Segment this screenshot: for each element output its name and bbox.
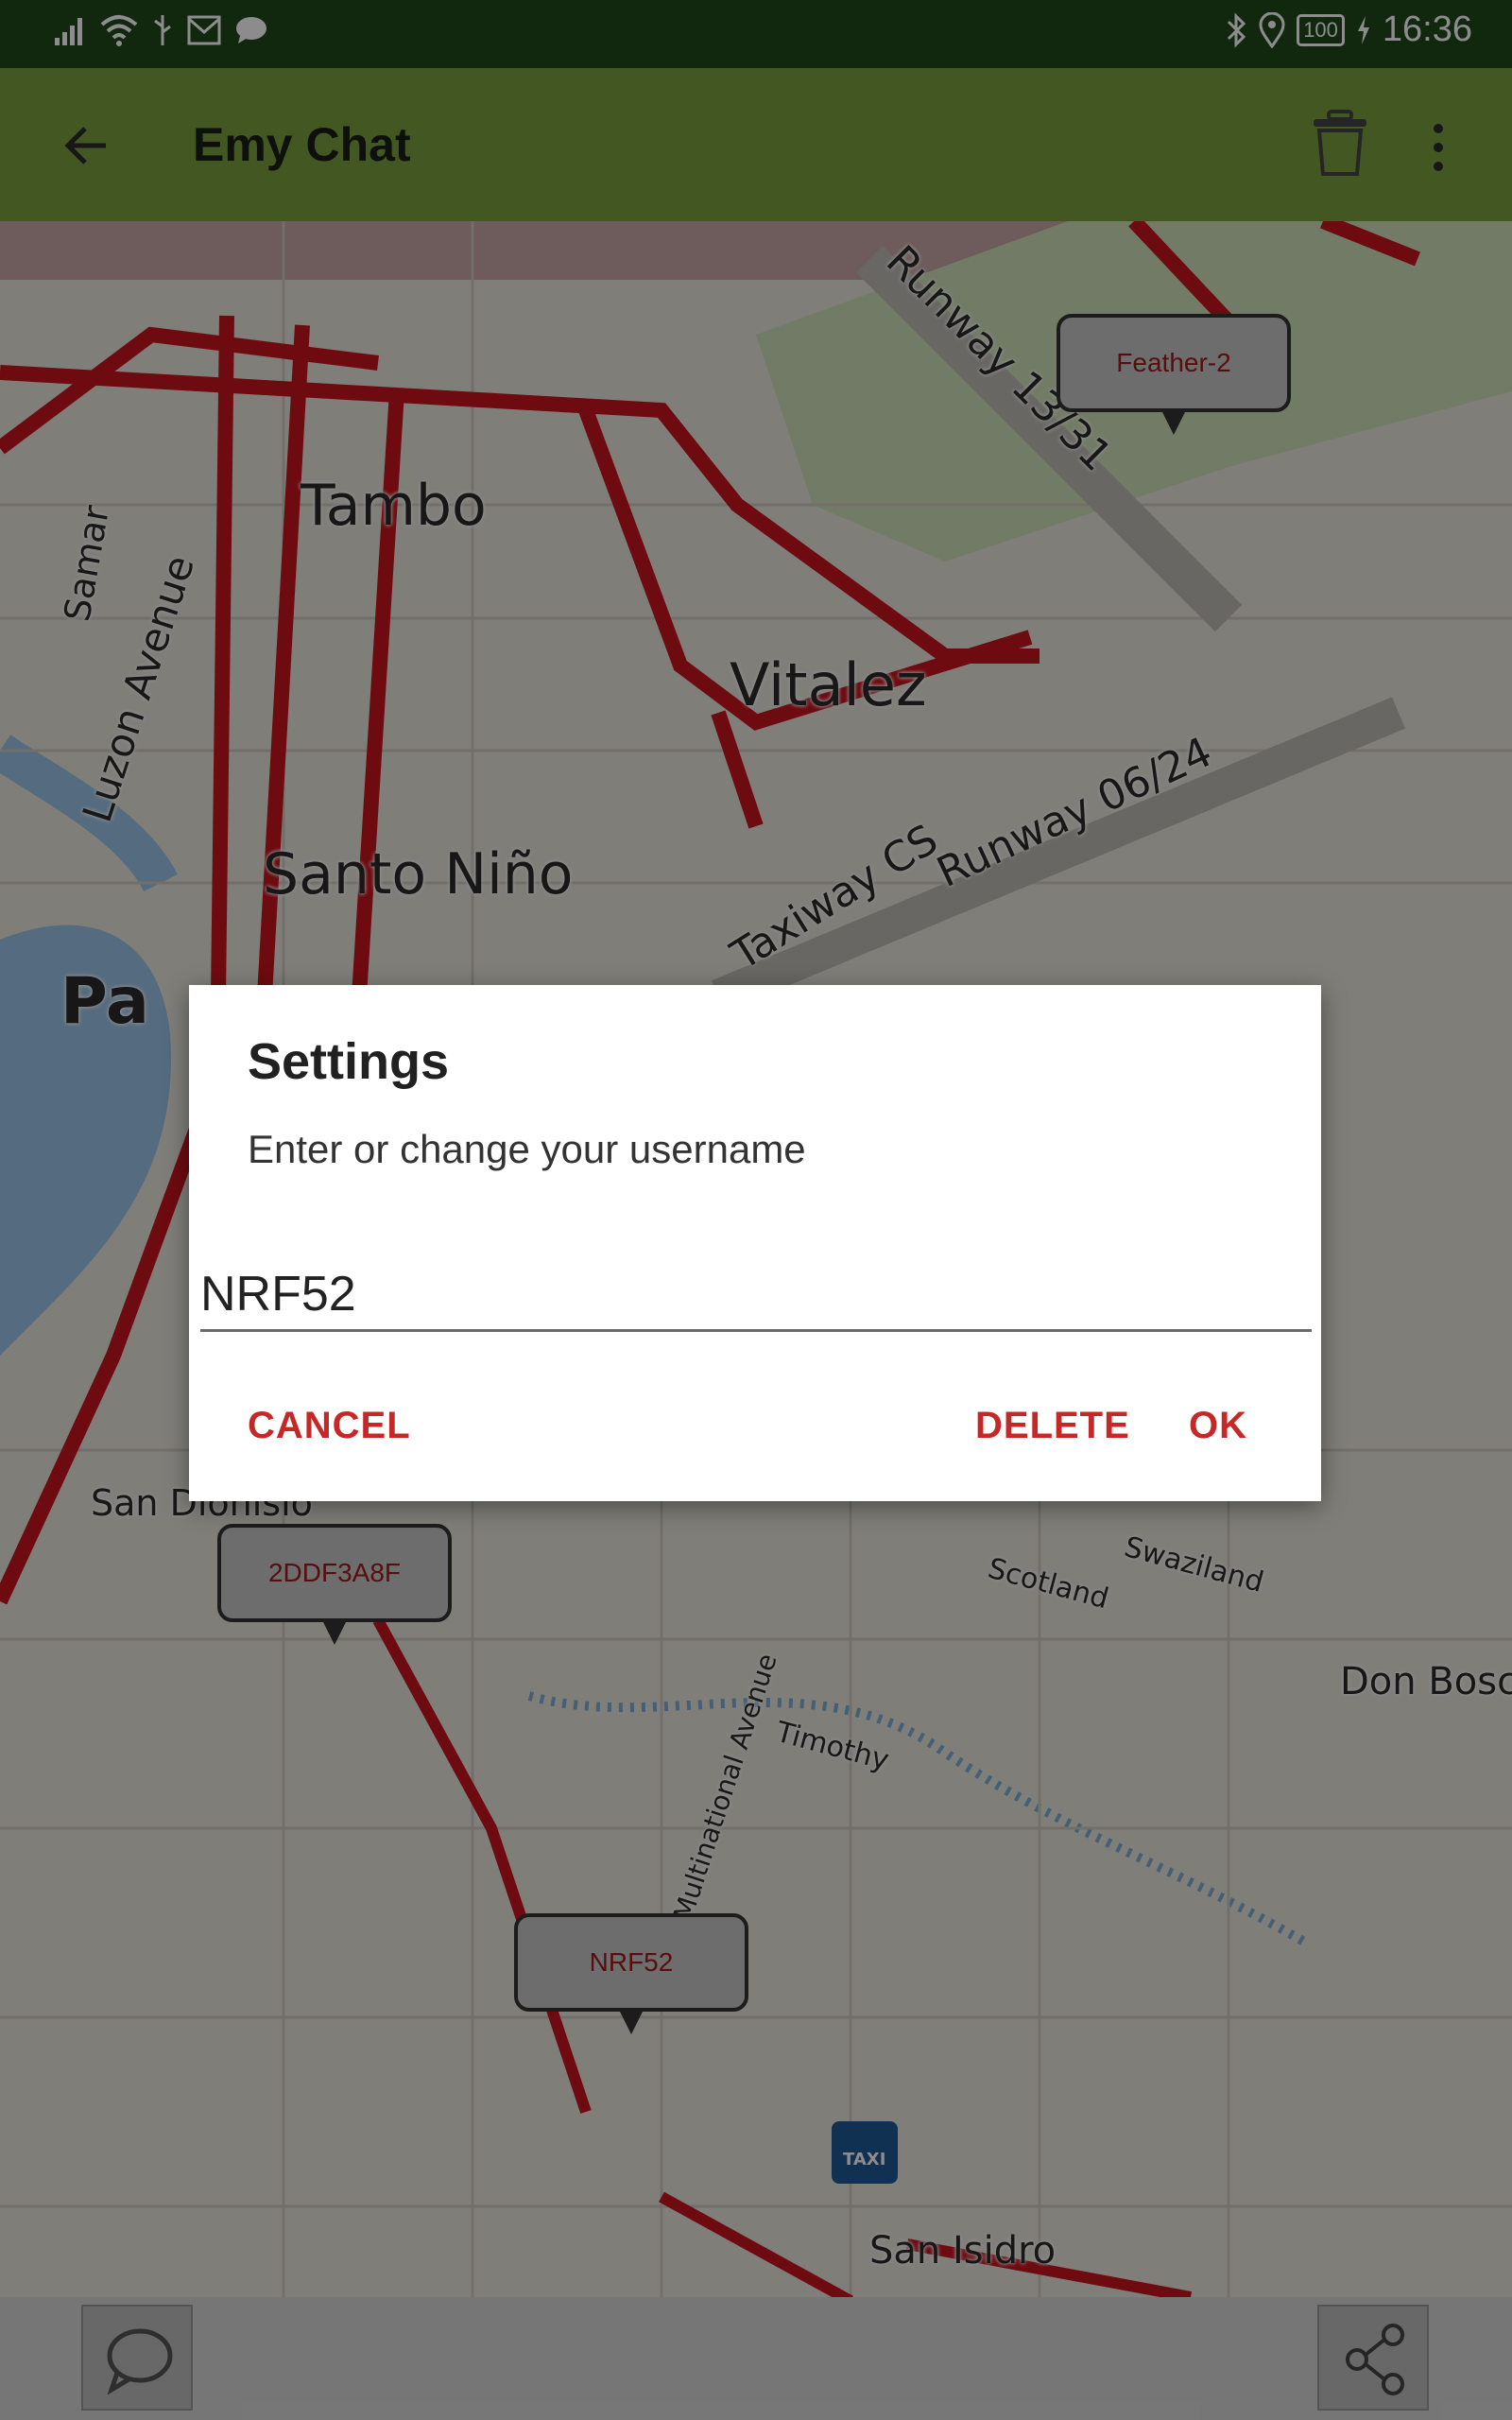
dialog-message: Enter or change your username <box>248 1127 806 1171</box>
username-input[interactable] <box>200 1259 1312 1332</box>
ok-button[interactable]: OK <box>1189 1405 1247 1447</box>
delete-button[interactable]: DELETE <box>975 1405 1130 1447</box>
settings-dialog: Settings Enter or change your username C… <box>189 985 1321 1501</box>
cancel-button[interactable]: CANCEL <box>248 1405 411 1447</box>
dialog-title: Settings <box>248 1033 450 1090</box>
